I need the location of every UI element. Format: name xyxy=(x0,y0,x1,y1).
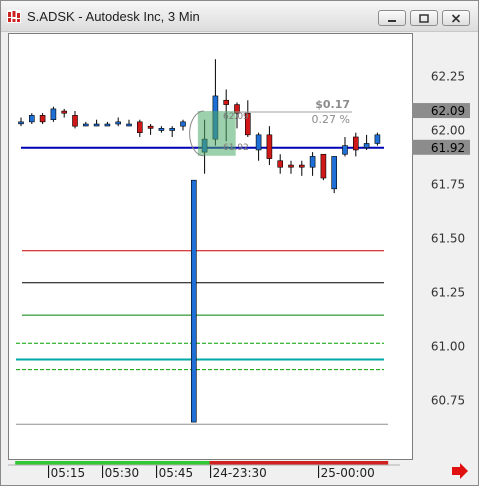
candle[interactable] xyxy=(93,119,100,127)
price-tag-label: 61.92 xyxy=(431,141,465,155)
candle-body xyxy=(61,110,68,114)
candle-body xyxy=(320,153,327,179)
candle[interactable] xyxy=(288,160,294,174)
candle[interactable] xyxy=(266,126,273,166)
candle[interactable] xyxy=(191,179,197,423)
candle-body xyxy=(72,115,78,127)
candle-body xyxy=(298,164,305,168)
candle[interactable] xyxy=(72,111,78,129)
candle-body xyxy=(288,164,294,168)
x-tick-label: 25-00:00 xyxy=(321,466,375,480)
candle[interactable] xyxy=(309,152,316,176)
candle-body xyxy=(83,123,89,127)
candle[interactable] xyxy=(83,121,89,127)
candle-body xyxy=(255,134,262,151)
candle-body xyxy=(137,121,143,133)
red-right-arrow-icon[interactable] xyxy=(452,463,468,479)
candle-body xyxy=(18,121,24,125)
candle[interactable] xyxy=(255,132,262,161)
x-tick-label: 24-23:30 xyxy=(213,466,267,480)
candle[interactable] xyxy=(331,156,338,194)
candle-body xyxy=(28,115,35,123)
candle[interactable] xyxy=(158,126,165,133)
candle[interactable] xyxy=(352,132,359,157)
candle[interactable] xyxy=(277,154,284,174)
candle[interactable] xyxy=(320,153,327,181)
y-tick-label: 62.00 xyxy=(431,124,465,138)
candle-body xyxy=(104,123,111,127)
measure-percent-label: 0.27 % xyxy=(312,113,350,126)
y-tick-label: 61.25 xyxy=(431,286,465,300)
measure-amount-label: $0.17 xyxy=(315,98,350,111)
y-tick-label: 62.25 xyxy=(431,70,465,84)
price-tag: 62.09 xyxy=(412,103,470,119)
candle[interactable] xyxy=(137,119,143,137)
candle-body xyxy=(331,156,338,190)
measure-low-label: 61.92 xyxy=(223,143,249,153)
candle-body xyxy=(180,121,186,127)
candle[interactable] xyxy=(39,113,46,125)
candle-body xyxy=(277,160,284,168)
candle[interactable] xyxy=(50,106,57,122)
x-tick-label: 05:15 xyxy=(51,466,86,480)
candle-body xyxy=(223,99,229,105)
candle-body xyxy=(158,128,165,131)
candle[interactable] xyxy=(298,160,305,176)
candle[interactable] xyxy=(363,134,370,150)
price-tag-label: 62.09 xyxy=(431,104,465,118)
candle[interactable] xyxy=(169,126,175,137)
candle[interactable] xyxy=(126,119,132,127)
chart-window: S.ADSK - Autodesk Inc, 3 Min $0.17 0.27 %… xyxy=(0,0,479,486)
candle[interactable] xyxy=(342,136,348,157)
candle-body xyxy=(115,121,121,125)
session-bar xyxy=(15,461,211,465)
candle-body xyxy=(50,108,57,121)
price-tag: 61.92 xyxy=(412,139,470,155)
candle-body xyxy=(363,143,370,149)
measure-high-label: 62.09 xyxy=(223,112,249,122)
y-tick-label: 61.50 xyxy=(431,232,465,246)
candle-body xyxy=(352,136,359,151)
candlestick-chart: $0.17 0.27 % 62.09 61.92 62.25 62.00 61.75 61.… xyxy=(8,59,470,480)
candle[interactable] xyxy=(104,121,111,127)
candle-body xyxy=(93,123,100,127)
candle-body xyxy=(126,123,132,127)
candle-body xyxy=(191,179,197,423)
session-bar xyxy=(209,461,389,465)
y-tick-label: 61.00 xyxy=(431,340,465,354)
candle[interactable] xyxy=(115,117,121,127)
candle[interactable] xyxy=(374,132,381,146)
candle-body xyxy=(342,145,348,155)
candle[interactable] xyxy=(147,124,154,135)
candle[interactable] xyxy=(180,119,186,131)
x-tick-label: 05:30 xyxy=(105,466,140,480)
candle[interactable] xyxy=(18,117,24,127)
candle-body xyxy=(309,156,316,168)
x-tick-label: 05:45 xyxy=(159,466,194,480)
candle-body xyxy=(374,134,381,144)
y-tick-label: 61.75 xyxy=(431,178,465,192)
candle-body xyxy=(147,125,154,129)
candle-body xyxy=(39,115,46,123)
candle[interactable] xyxy=(61,108,68,118)
y-tick-label: 60.75 xyxy=(431,394,465,408)
candle-body xyxy=(169,128,175,131)
candle[interactable] xyxy=(28,113,35,125)
candle-body xyxy=(266,134,273,159)
